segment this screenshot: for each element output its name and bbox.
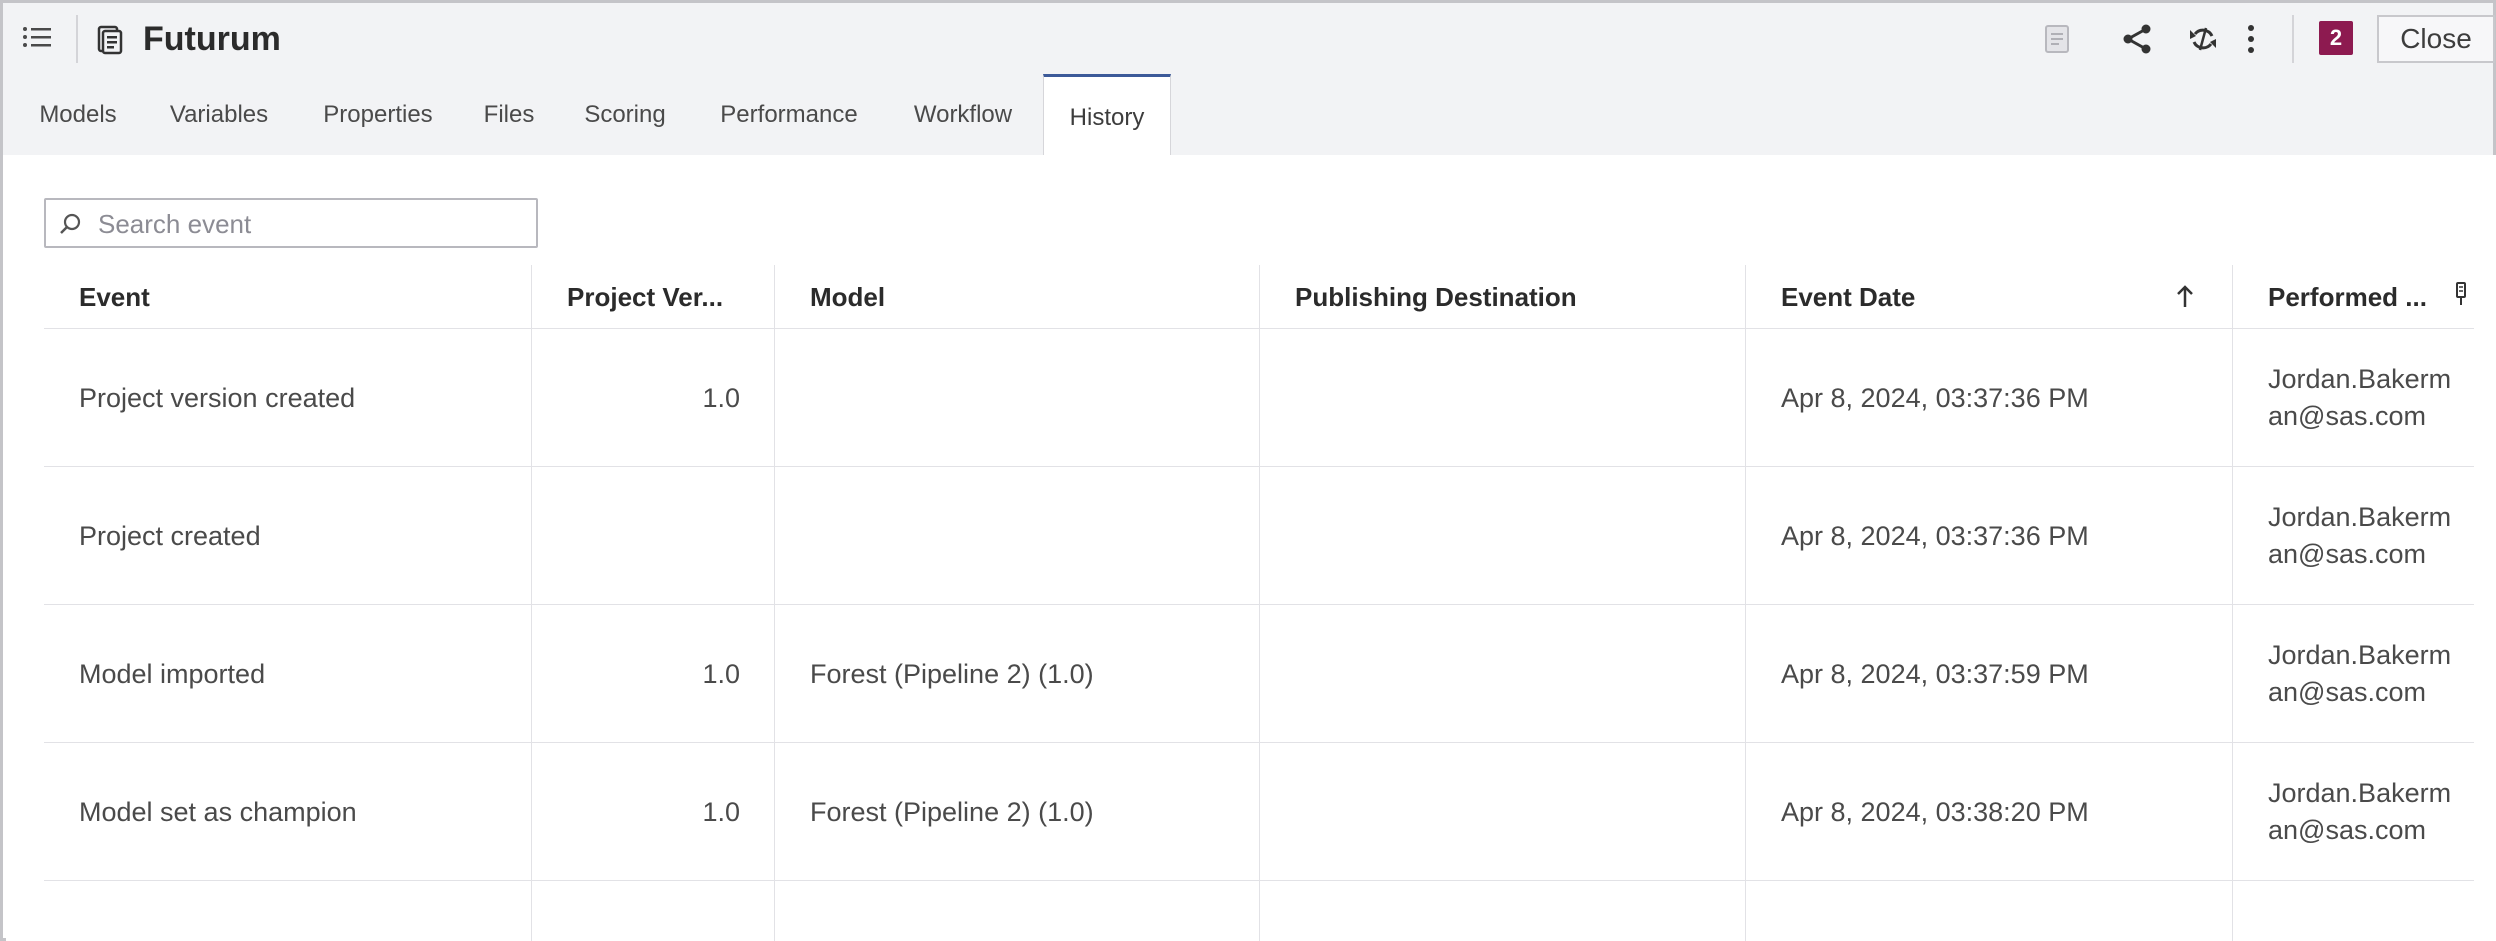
search-icon bbox=[58, 212, 82, 236]
cell-performed-by: Jordan.Bakerman@sas.com bbox=[2232, 329, 2474, 467]
cell-event: Project created bbox=[79, 520, 261, 551]
empty-cell bbox=[531, 881, 774, 941]
tab-files[interactable]: Files bbox=[471, 75, 547, 155]
column-header-label: Event Date bbox=[1781, 281, 1916, 312]
header-bar: Futurum 2 Close bbox=[3, 3, 2495, 75]
cell-project-version: 1.0 bbox=[531, 743, 774, 881]
cell-event-date: Apr 8, 2024, 03:37:36 PM bbox=[1745, 329, 2232, 467]
project-icon bbox=[95, 25, 125, 55]
column-header-project-version[interactable]: Project Ver... bbox=[531, 265, 774, 329]
empty-cell bbox=[774, 881, 1259, 941]
header-divider bbox=[2292, 15, 2294, 63]
cell-event-date: Apr 8, 2024, 03:38:20 PM bbox=[1745, 743, 2232, 881]
history-panel: Event Project Ver... Model Publishing De… bbox=[6, 155, 2496, 941]
table-row[interactable]: Model set as champion 1.0 Forest (Pipeli… bbox=[44, 743, 2474, 881]
tab-models[interactable]: Models bbox=[13, 75, 143, 155]
search-box bbox=[44, 198, 538, 248]
column-header-label: Performed ... bbox=[2268, 281, 2427, 312]
page-title: Futurum bbox=[143, 20, 281, 58]
column-header-label: Publishing Destination bbox=[1295, 281, 1577, 312]
cell-project-version bbox=[531, 467, 774, 605]
cell-model bbox=[774, 467, 1259, 605]
close-button[interactable]: Close bbox=[2377, 15, 2495, 63]
empty-cell bbox=[2232, 881, 2474, 941]
column-header-performed-by[interactable]: Performed ... bbox=[2232, 265, 2474, 329]
column-header-label: Project Ver... bbox=[567, 281, 724, 312]
share-icon[interactable] bbox=[2117, 19, 2157, 59]
cell-event: Model set as champion bbox=[79, 796, 357, 827]
more-options-icon[interactable] bbox=[2231, 19, 2271, 59]
table-header: Event Project Ver... Model Publishing De… bbox=[44, 265, 2474, 329]
table-empty-area bbox=[44, 881, 2474, 941]
app-window: Futurum 2 Close Models Variables Propert… bbox=[0, 0, 2496, 941]
notes-icon[interactable] bbox=[2037, 19, 2077, 59]
column-options-icon[interactable] bbox=[2454, 281, 2470, 309]
cell-model: Forest (Pipeline 2) (1.0) bbox=[774, 605, 1259, 743]
tab-workflow[interactable]: Workflow bbox=[895, 75, 1031, 155]
cell-publishing-destination bbox=[1259, 467, 1745, 605]
tab-scoring[interactable]: Scoring bbox=[563, 75, 687, 155]
search-input[interactable] bbox=[98, 206, 528, 242]
cell-project-version: 1.0 bbox=[531, 329, 774, 467]
table-row[interactable]: Project version created 1.0 Apr 8, 2024,… bbox=[44, 329, 2474, 467]
cell-performed-by: Jordan.Bakerman@sas.com bbox=[2232, 743, 2474, 881]
table-row[interactable]: Project created Apr 8, 2024, 03:37:36 PM… bbox=[44, 467, 2474, 605]
refresh-icon[interactable] bbox=[2183, 19, 2223, 59]
cell-performed-by: Jordan.Bakerman@sas.com bbox=[2232, 605, 2474, 743]
cell-project-version: 1.0 bbox=[531, 605, 774, 743]
cell-performed-by: Jordan.Bakerman@sas.com bbox=[2232, 467, 2474, 605]
tab-performance[interactable]: Performance bbox=[703, 75, 875, 155]
column-header-label: Event bbox=[79, 281, 150, 312]
cell-model bbox=[774, 329, 1259, 467]
cell-publishing-destination bbox=[1259, 329, 1745, 467]
header-divider bbox=[76, 15, 78, 63]
sort-ascending-icon[interactable] bbox=[2173, 283, 2197, 311]
cell-event: Model imported bbox=[79, 658, 266, 689]
cell-event-date: Apr 8, 2024, 03:37:36 PM bbox=[1745, 467, 2232, 605]
column-header-event[interactable]: Event bbox=[44, 265, 532, 329]
tab-history[interactable]: History bbox=[1043, 74, 1171, 158]
tab-properties[interactable]: Properties bbox=[303, 75, 453, 155]
cell-model: Forest (Pipeline 2) (1.0) bbox=[774, 743, 1259, 881]
cell-publishing-destination bbox=[1259, 605, 1745, 743]
list-icon[interactable] bbox=[21, 23, 53, 51]
table-row[interactable]: Model imported 1.0 Forest (Pipeline 2) (… bbox=[44, 605, 2474, 743]
cell-publishing-destination bbox=[1259, 743, 1745, 881]
empty-cell bbox=[1259, 881, 1745, 941]
cell-event: Project version created bbox=[79, 382, 356, 413]
column-header-publishing-destination[interactable]: Publishing Destination bbox=[1259, 265, 1745, 329]
cell-event-date: Apr 8, 2024, 03:37:59 PM bbox=[1745, 605, 2232, 743]
column-header-label: Model bbox=[810, 281, 886, 312]
notification-badge[interactable]: 2 bbox=[2319, 21, 2353, 55]
tab-variables[interactable]: Variables bbox=[153, 75, 285, 155]
column-header-event-date[interactable]: Event Date bbox=[1745, 265, 2232, 329]
empty-cell bbox=[1745, 881, 2232, 941]
column-header-model[interactable]: Model bbox=[774, 265, 1259, 329]
tab-bar: Models Variables Properties Files Scorin… bbox=[3, 74, 2493, 158]
